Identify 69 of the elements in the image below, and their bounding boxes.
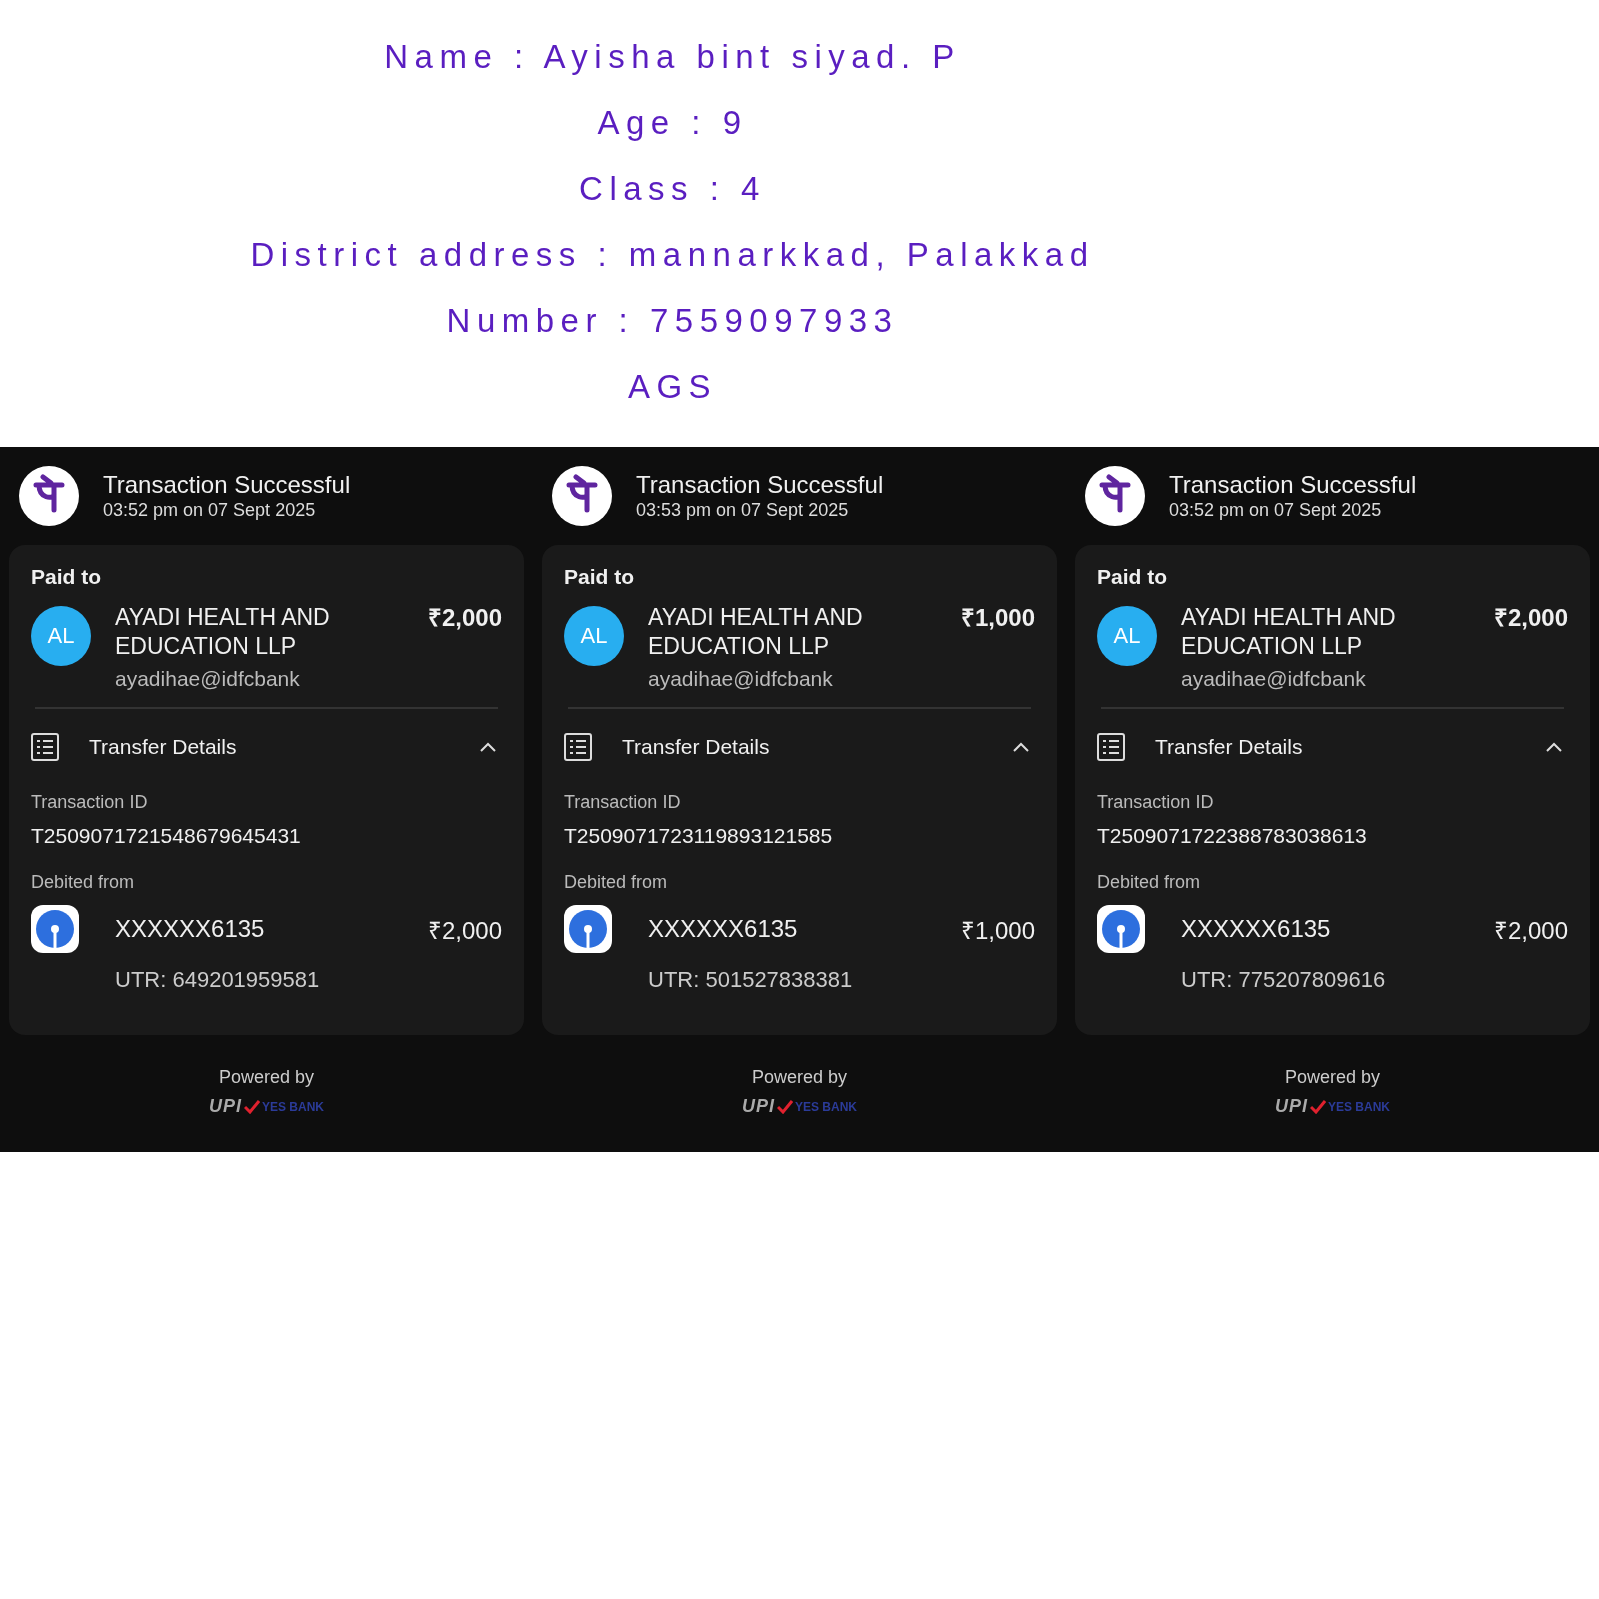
amount: ₹2,000	[427, 603, 502, 632]
details-toggle[interactable]: Transfer Details	[89, 735, 502, 759]
bank-logo-icon	[1097, 905, 1145, 953]
powered-by-text: Powered by	[1284, 1067, 1381, 1088]
info-line: AGS	[627, 367, 718, 406]
info-line: Age : 9	[597, 103, 748, 142]
account-number: XXXXXX6135	[115, 915, 266, 943]
section-label: Paid to	[564, 564, 634, 590]
amount: ₹2,000	[1493, 603, 1568, 632]
field-label: Transaction ID	[1097, 791, 1214, 813]
powered-by-text: Powered by	[218, 1067, 315, 1088]
transaction-id: T2509071722388783038613	[1097, 823, 1368, 849]
check-icon	[1310, 1099, 1326, 1114]
info-line: Class : 4	[579, 169, 766, 208]
list-icon	[564, 733, 592, 761]
status-title: Transaction Successful	[636, 471, 884, 499]
app-logo-icon	[19, 466, 79, 526]
info-line: Name : Ayisha bint siyad. P	[384, 37, 961, 76]
info-line: District address : mannarkkad, Palakkad	[250, 235, 1095, 274]
payee-name: AYADI HEALTH AND EDUCATION LLP	[648, 603, 864, 661]
utr-number: UTR: 649201959581	[115, 967, 320, 993]
upi-id: ayadihae@idfcbank	[115, 667, 300, 691]
details-toggle[interactable]: Transfer Details	[1155, 735, 1568, 759]
section-label: Paid to	[1097, 564, 1167, 590]
timestamp: 03:53 pm on 07 Sept 2025	[636, 499, 850, 521]
avatar: AL	[564, 606, 624, 666]
field-label: Transaction ID	[31, 791, 148, 813]
bank-logo: YES BANK	[1328, 1099, 1390, 1114]
details-toggle[interactable]: Transfer Details	[622, 735, 1035, 759]
debit-amount: ₹2,000	[1493, 915, 1568, 946]
timestamp: 03:52 pm on 07 Sept 2025	[103, 499, 317, 521]
info-line: Number : 7559097933	[446, 301, 899, 340]
utr-number: UTR: 775207809616	[1181, 967, 1386, 993]
avatar: AL	[1097, 606, 1157, 666]
transaction-id: T2509071723119893121585	[564, 823, 834, 849]
app-logo-icon	[552, 466, 612, 526]
upi-logo: UPI	[209, 1096, 242, 1117]
status-title: Transaction Successful	[1169, 471, 1417, 499]
bank-logo: YES BANK	[262, 1099, 324, 1114]
check-icon	[777, 1099, 793, 1114]
account-number: XXXXXX6135	[648, 915, 799, 943]
debit-amount: ₹2,000	[427, 915, 502, 946]
upi-id: ayadihae@idfcbank	[1181, 667, 1366, 691]
avatar: AL	[31, 606, 91, 666]
list-icon	[31, 733, 59, 761]
field-label: Transaction ID	[564, 791, 681, 813]
list-icon	[1097, 733, 1125, 761]
account-number: XXXXXX6135	[1181, 915, 1332, 943]
debit-amount: ₹1,000	[960, 915, 1035, 946]
upi-logo: UPI	[742, 1096, 775, 1117]
bank-logo-icon	[31, 905, 79, 953]
amount: ₹1,000	[960, 603, 1035, 632]
field-label: Debited from	[31, 871, 135, 893]
payee-name: AYADI HEALTH AND EDUCATION LLP	[1181, 603, 1397, 661]
field-label: Debited from	[564, 871, 668, 893]
timestamp: 03:52 pm on 07 Sept 2025	[1169, 499, 1383, 521]
utr-number: UTR: 501527838381	[648, 967, 853, 993]
upi-id: ayadihae@idfcbank	[648, 667, 833, 691]
bank-logo-icon	[564, 905, 612, 953]
bank-logo: YES BANK	[795, 1099, 857, 1114]
payee-name: AYADI HEALTH AND EDUCATION LLP	[115, 603, 331, 661]
status-title: Transaction Successful	[103, 471, 351, 499]
upi-logo: UPI	[1275, 1096, 1308, 1117]
field-label: Debited from	[1097, 871, 1201, 893]
app-logo-icon	[1085, 466, 1145, 526]
check-icon	[244, 1099, 260, 1114]
powered-by-text: Powered by	[751, 1067, 848, 1088]
transaction-id: T2509071721548679645431	[31, 823, 302, 849]
section-label: Paid to	[31, 564, 101, 590]
